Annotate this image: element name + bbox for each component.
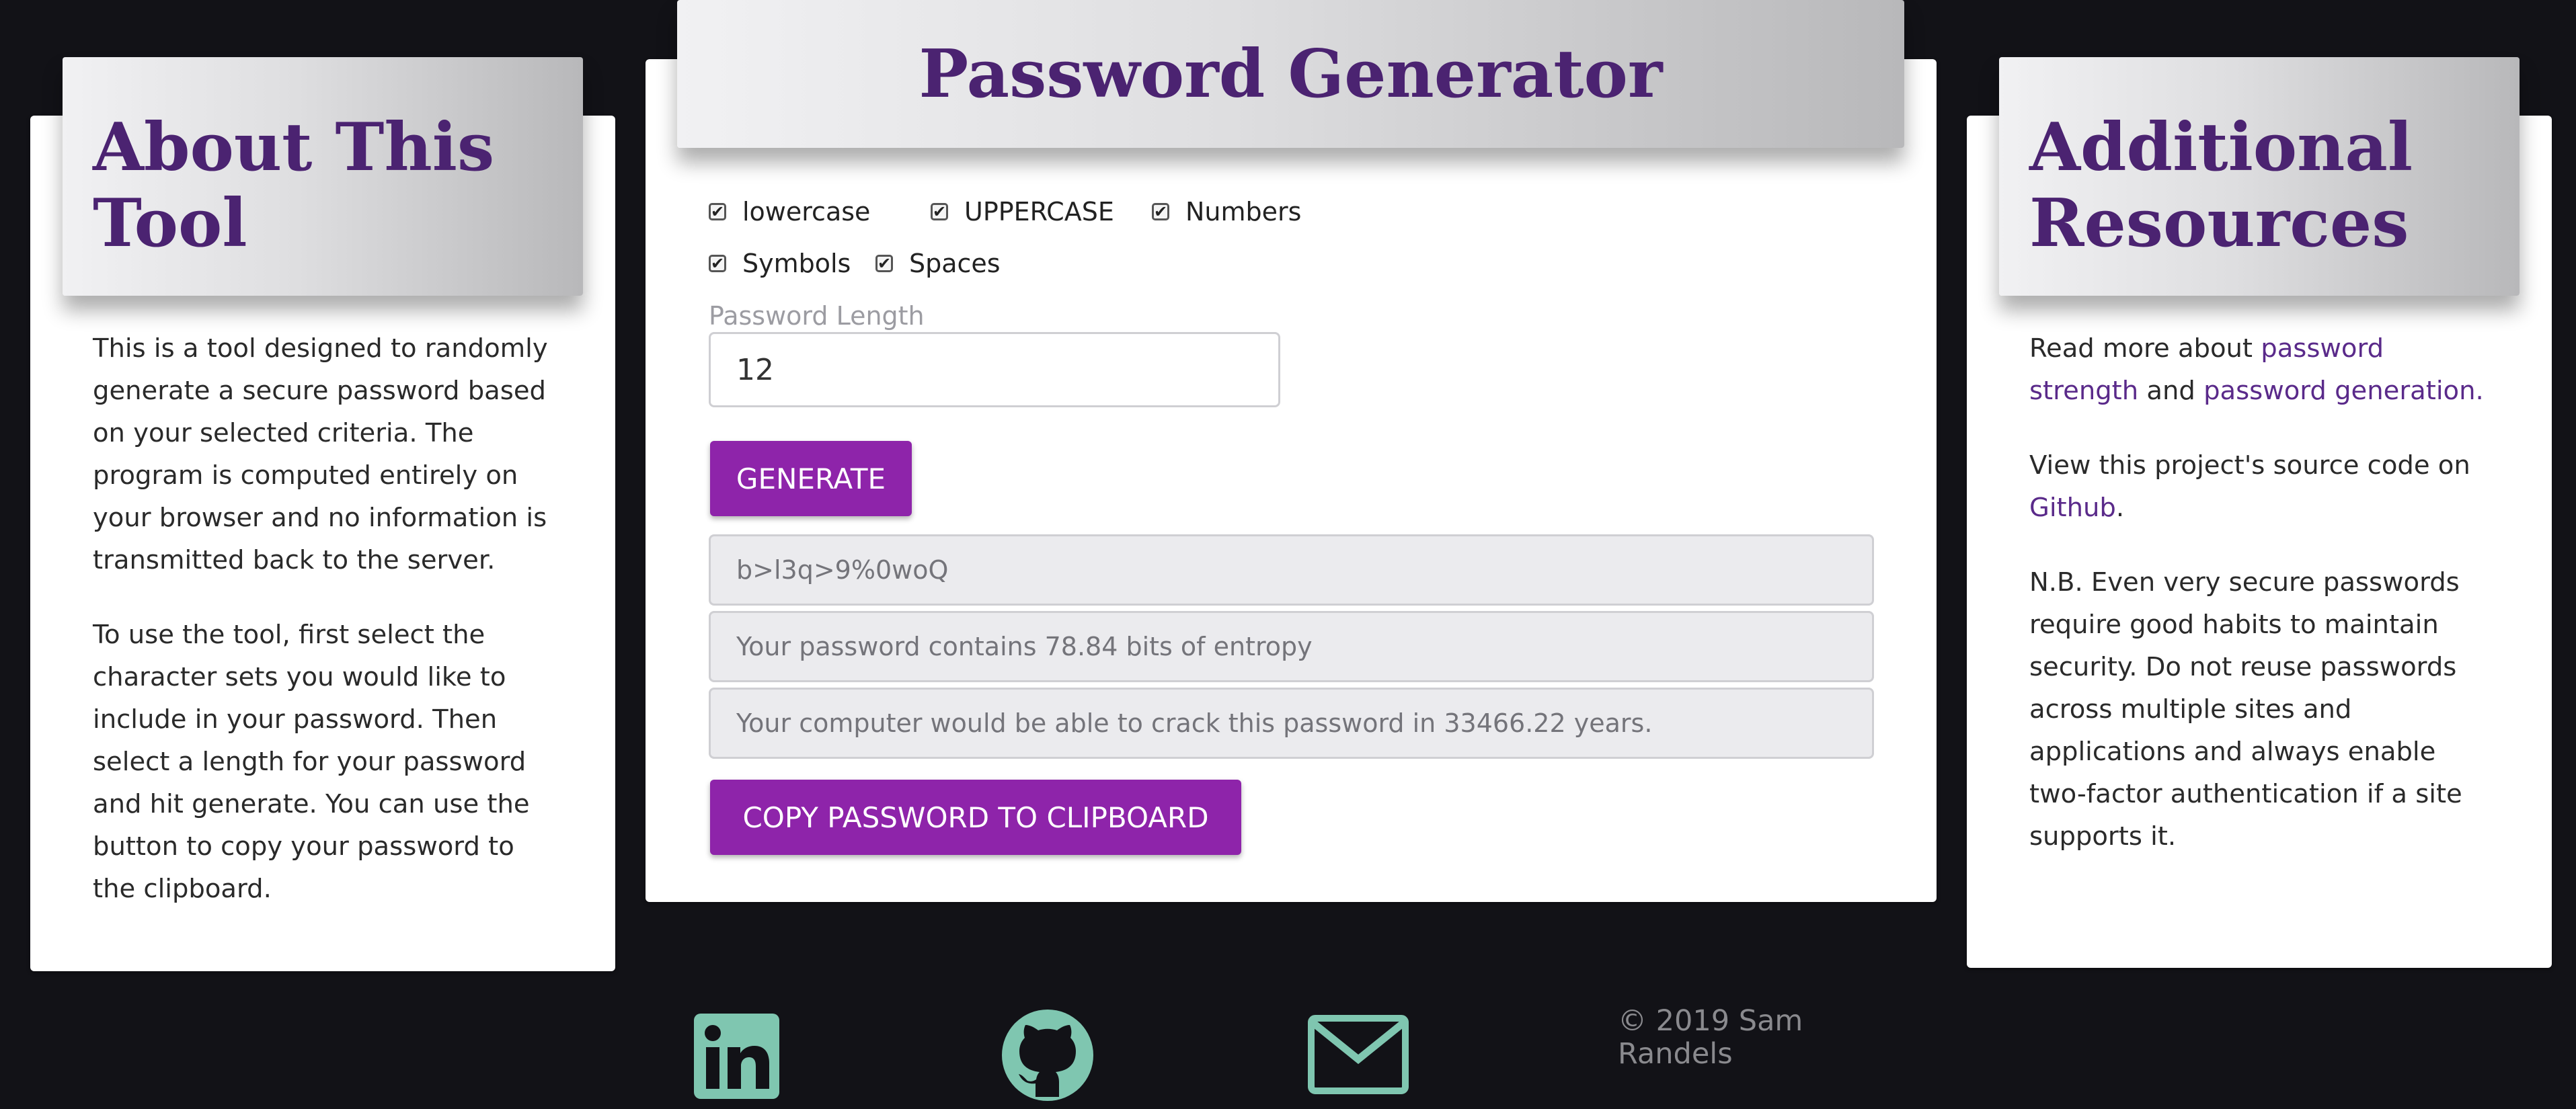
github-source-link[interactable]: Github <box>2029 493 2116 523</box>
linkedin-icon[interactable] <box>694 1014 779 1099</box>
resources-paragraph-3: N.B. Even very secure passwords require … <box>2029 567 2462 852</box>
entropy-output: Your password contains 78.84 bits of ent… <box>709 611 1874 682</box>
resources-p2-before: View this project's source code on <box>2029 450 2470 481</box>
symbols-checkbox-box[interactable]: ✔ <box>709 255 726 272</box>
password-length-input[interactable]: 12 <box>709 332 1280 407</box>
generator-title-banner: Password Generator <box>677 0 1904 148</box>
about-paragraph-2: To use the tool, first select the charac… <box>93 620 530 904</box>
password-length-value: 12 <box>736 352 774 387</box>
copyright-text: © 2019 Sam Randels <box>1618 1004 1803 1071</box>
entropy-text: Your password contains 78.84 bits of ent… <box>736 632 1313 661</box>
resources-p1-mid: and <box>2138 376 2204 406</box>
crack-time-output: Your computer would be able to crack thi… <box>709 688 1874 759</box>
lowercase-checkbox-box[interactable]: ✔ <box>709 203 726 220</box>
about-body: This is a tool designed to randomly gene… <box>93 327 563 910</box>
about-title-banner: About This Tool <box>63 57 583 296</box>
copy-password-button[interactable]: COPY PASSWORD TO CLIPBOARD <box>710 780 1241 855</box>
spaces-checkbox-box[interactable]: ✔ <box>875 255 893 272</box>
checkbox-lowercase[interactable]: ✔ lowercase <box>709 197 870 227</box>
checkbox-label-symbols: Symbols <box>742 249 851 278</box>
checkbox-uppercase[interactable]: ✔ UPPERCASE <box>931 197 1114 227</box>
checkbox-label-numbers: Numbers <box>1185 197 1302 227</box>
numbers-checkbox-box[interactable]: ✔ <box>1152 203 1169 220</box>
about-paragraph-1: This is a tool designed to randomly gene… <box>93 333 548 575</box>
password-output-value: b>l3q>9%0woQ <box>736 555 949 585</box>
checkbox-spaces[interactable]: ✔ Spaces <box>875 249 1001 278</box>
password-output[interactable]: b>l3q>9%0woQ <box>709 534 1874 606</box>
password-generation-link[interactable]: password generation. <box>2203 376 2484 406</box>
checkbox-numbers[interactable]: ✔ Numbers <box>1152 197 1301 227</box>
resources-paragraph-2: View this project's source code on Githu… <box>2029 444 2500 529</box>
mail-icon[interactable] <box>1308 1015 1409 1094</box>
resources-title-banner: Additional Resources <box>1999 57 2520 296</box>
checkbox-label-lowercase: lowercase <box>742 197 871 227</box>
checkbox-label-uppercase: UPPERCASE <box>964 197 1114 227</box>
generator-title: Password Generator <box>919 35 1663 113</box>
github-icon[interactable] <box>1001 1008 1095 1102</box>
checkbox-label-spaces: Spaces <box>909 249 1001 278</box>
uppercase-checkbox-box[interactable]: ✔ <box>931 203 948 220</box>
resources-body: Read more about password strength and pa… <box>2029 327 2500 858</box>
checkbox-symbols[interactable]: ✔ Symbols <box>709 249 851 278</box>
about-title: About This Tool <box>93 109 495 262</box>
resources-p2-after: . <box>2115 493 2125 523</box>
crack-time-text: Your computer would be able to crack thi… <box>736 708 1653 738</box>
resources-p1-before: Read more about <box>2029 333 2261 364</box>
password-length-label: Password Length <box>709 301 925 331</box>
resources-paragraph-1: Read more about password strength and pa… <box>2029 327 2500 412</box>
resources-title: Additional Resources <box>2029 109 2413 262</box>
generate-button[interactable]: GENERATE <box>710 441 912 516</box>
